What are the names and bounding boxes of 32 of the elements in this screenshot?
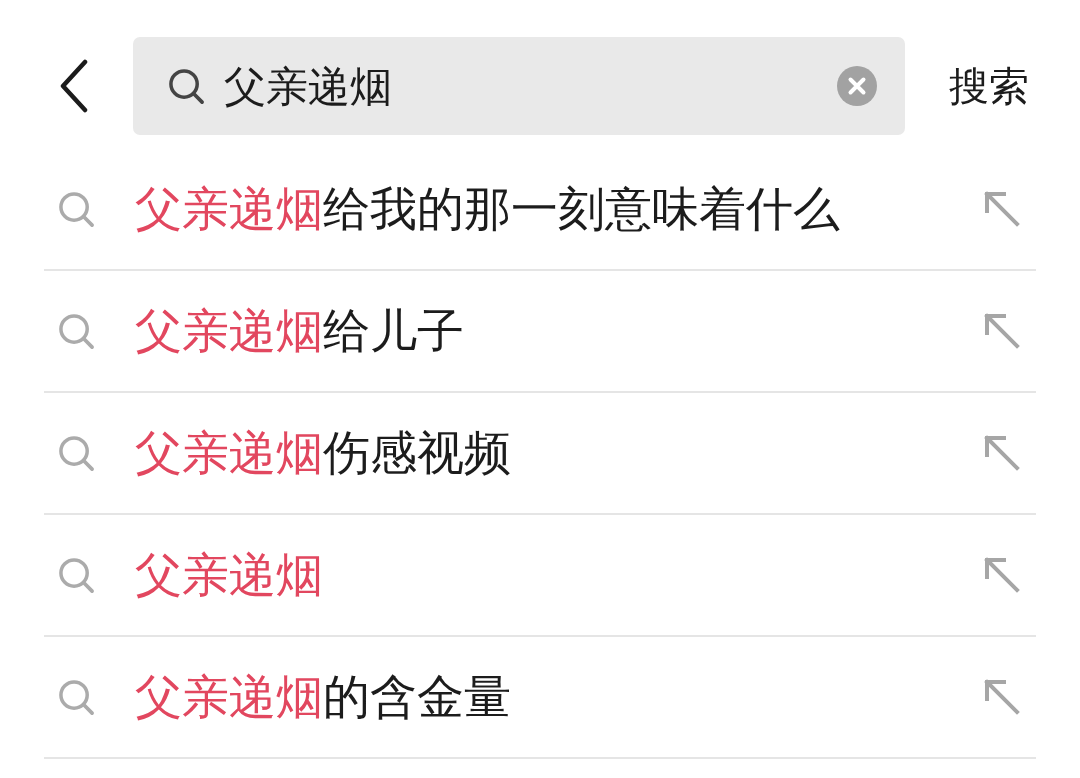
search-icon xyxy=(58,190,95,228)
search-icon xyxy=(168,67,205,105)
fill-query-button[interactable] xyxy=(982,311,1022,351)
back-icon xyxy=(59,59,89,113)
fill-query-button[interactable] xyxy=(982,189,1022,229)
search-input[interactable]: 父亲递烟 xyxy=(224,56,837,116)
search-icon xyxy=(58,434,95,472)
suggestion-text: 父亲递烟伤感视频 xyxy=(135,424,511,482)
up-left-arrow-icon xyxy=(984,557,1020,593)
up-left-arrow-icon xyxy=(984,435,1020,471)
search-icon xyxy=(58,678,95,716)
suggestion-row[interactable]: 父亲递烟伤感视频 xyxy=(44,393,1036,515)
suggestion-row[interactable]: 父亲递烟的含金量 xyxy=(44,637,1036,759)
search-button[interactable]: 搜索 xyxy=(945,58,1033,114)
suggestion-text: 父亲递烟给我的那一刻意味着什么 xyxy=(135,180,840,238)
suggestion-row[interactable]: 父亲递烟 xyxy=(44,515,1036,637)
up-left-arrow-icon xyxy=(984,679,1020,715)
up-left-arrow-icon xyxy=(984,313,1020,349)
search-icon xyxy=(58,312,95,350)
search-icon xyxy=(58,556,95,594)
clear-button[interactable] xyxy=(837,66,877,106)
fill-query-button[interactable] xyxy=(982,555,1022,595)
search-field[interactable]: 父亲递烟 xyxy=(133,37,905,135)
suggestion-text: 父亲递烟 xyxy=(135,546,323,604)
clear-icon xyxy=(837,66,877,106)
suggestion-row[interactable]: 父亲递烟给儿子 xyxy=(44,271,1036,393)
up-left-arrow-icon xyxy=(984,191,1020,227)
fill-query-button[interactable] xyxy=(982,677,1022,717)
suggestion-row[interactable]: 父亲递烟给我的那一刻意味着什么 xyxy=(44,149,1036,271)
suggestion-text: 父亲递烟的含金量 xyxy=(135,668,511,726)
fill-query-button[interactable] xyxy=(982,433,1022,473)
suggestion-text: 父亲递烟给儿子 xyxy=(135,302,464,360)
